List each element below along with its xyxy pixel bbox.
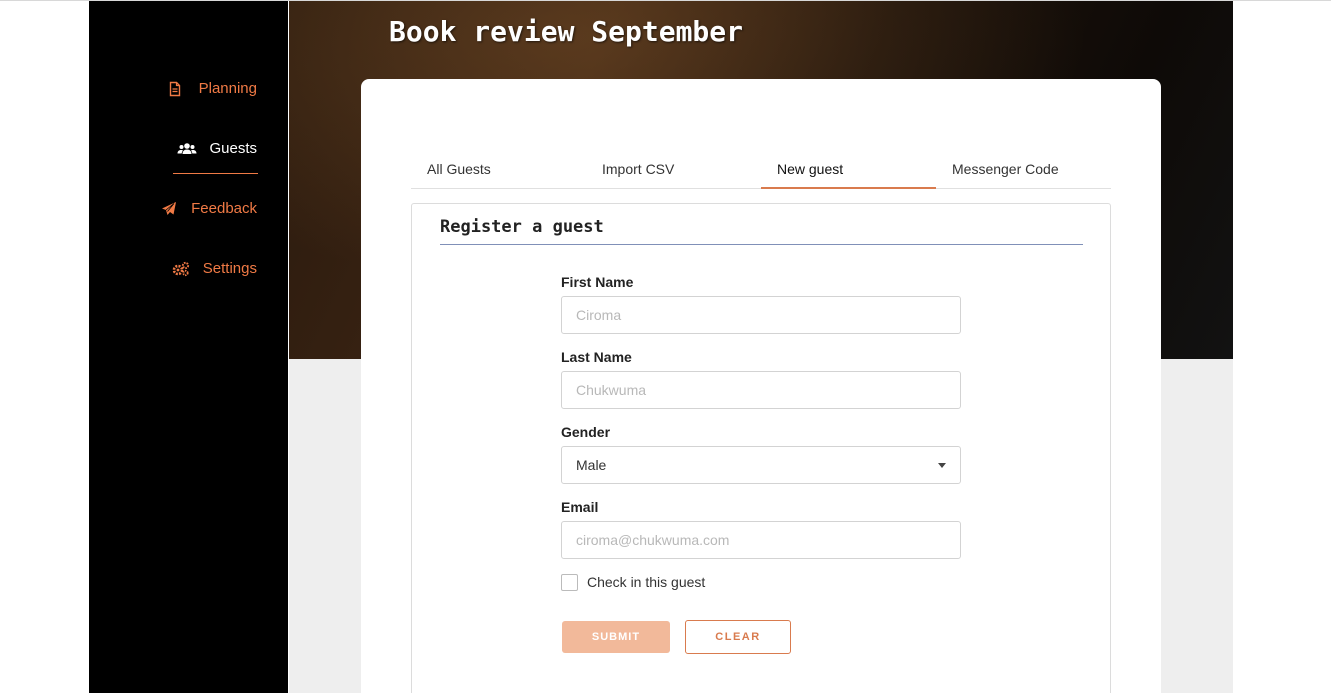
sidebar-item-guests[interactable]: Guests xyxy=(177,140,257,157)
form-title-divider xyxy=(440,244,1083,245)
tab-bar: All Guests Import CSV New guest Messenge… xyxy=(411,152,1111,189)
active-indicator xyxy=(173,173,258,174)
active-tab-indicator xyxy=(761,187,936,189)
clear-button[interactable]: CLEAR xyxy=(685,620,791,654)
last-name-label: Last Name xyxy=(561,349,632,365)
guests-card: All Guests Import CSV New guest Messenge… xyxy=(361,79,1161,693)
sidebar-item-label: Guests xyxy=(209,140,257,157)
submit-button[interactable]: SUBMIT xyxy=(562,621,670,653)
sidebar: Planning Guests Feedback Settings xyxy=(89,1,288,693)
gears-icon xyxy=(172,261,190,277)
tab-label: All Guests xyxy=(427,161,491,177)
tab-label: Import CSV xyxy=(602,161,675,177)
caret-down-icon xyxy=(938,463,946,468)
tab-import-csv[interactable]: Import CSV xyxy=(586,152,761,188)
checkin-label[interactable]: Check in this guest xyxy=(587,574,705,590)
email-input[interactable] xyxy=(561,521,961,559)
gender-selected-value: Male xyxy=(576,457,607,473)
sidebar-item-planning[interactable]: Planning xyxy=(167,80,257,97)
email-label: Email xyxy=(561,499,599,515)
form-title: Register a guest xyxy=(440,217,604,237)
tab-new-guest[interactable]: New guest xyxy=(761,152,936,188)
sidebar-item-label: Planning xyxy=(198,80,257,97)
checkin-checkbox[interactable] xyxy=(561,574,578,591)
gender-label: Gender xyxy=(561,424,611,440)
file-icon xyxy=(167,81,183,97)
tab-label: New guest xyxy=(777,161,844,177)
page-title: Book review September xyxy=(389,15,744,48)
sidebar-item-label: Settings xyxy=(202,260,257,277)
tab-all-guests[interactable]: All Guests xyxy=(411,152,586,188)
gender-select[interactable]: Male xyxy=(561,446,961,484)
last-name-input[interactable] xyxy=(561,371,961,409)
tab-label: Messenger Code xyxy=(952,161,1059,177)
first-name-label: First Name xyxy=(561,274,634,290)
sidebar-item-label: Feedback xyxy=(191,200,257,217)
first-name-input[interactable] xyxy=(561,296,961,334)
sidebar-item-feedback[interactable]: Feedback xyxy=(161,200,257,217)
users-icon xyxy=(177,141,197,157)
sidebar-item-settings[interactable]: Settings xyxy=(172,260,257,277)
tab-messenger-code[interactable]: Messenger Code xyxy=(936,152,1111,188)
paper-plane-icon xyxy=(161,201,177,217)
register-guest-form: Register a guest First Name Last Name Ge… xyxy=(411,203,1111,693)
